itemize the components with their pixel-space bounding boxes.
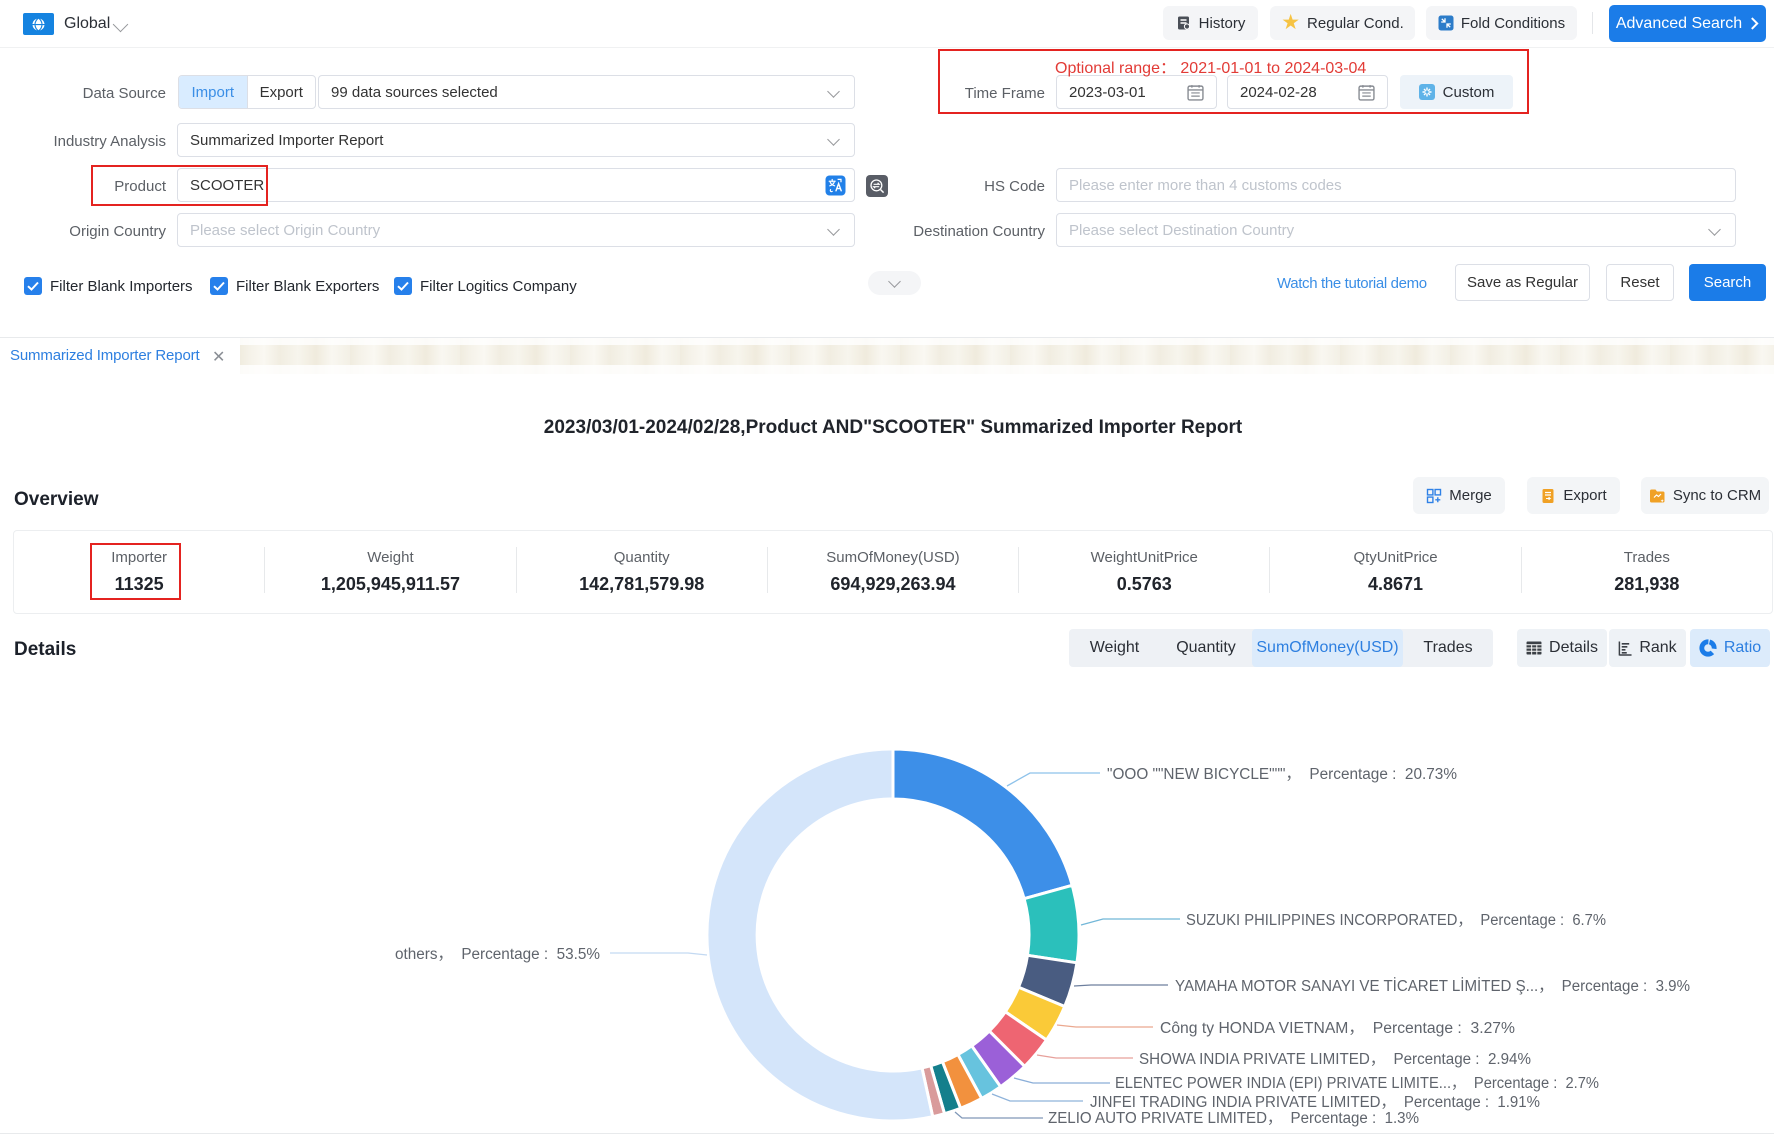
svg-text:SUZUKI PHILIPPINES INCORPORATE: SUZUKI PHILIPPINES INCORPORATED， Percent… bbox=[1186, 912, 1606, 929]
svg-text:ELENTEC POWER INDIA (EPI) PRIV: ELENTEC POWER INDIA (EPI) PRIVATE LIMITE… bbox=[1115, 1075, 1599, 1092]
svg-text:Công ty HONDA VIETNAM， Percen: Công ty HONDA VIETNAM， Percentage : 3.27… bbox=[1160, 1020, 1515, 1037]
svg-text:SHOWA INDIA PRIVATE LIMITED，: SHOWA INDIA PRIVATE LIMITED， Percentage … bbox=[1139, 1051, 1531, 1068]
svg-text:JINFEI TRADING INDIA PRIVATE L: JINFEI TRADING INDIA PRIVATE LIMITED， Pe… bbox=[1090, 1094, 1540, 1111]
svg-text:others， Percentage : 53.5%: others， Percentage : 53.5% bbox=[395, 946, 600, 963]
svg-text:ZELIO AUTO PRIVATE LIMITED， P: ZELIO AUTO PRIVATE LIMITED， Percentage :… bbox=[1048, 1110, 1419, 1127]
svg-text:"OOO ""NEW BICYCLE"""， Percen: "OOO ""NEW BICYCLE"""， Percentage : 20.7… bbox=[1107, 766, 1457, 783]
svg-text:YAMAHA MOTOR SANAYI VE TİCARET: YAMAHA MOTOR SANAYI VE TİCARET LİMİTED Ş… bbox=[1175, 977, 1690, 995]
